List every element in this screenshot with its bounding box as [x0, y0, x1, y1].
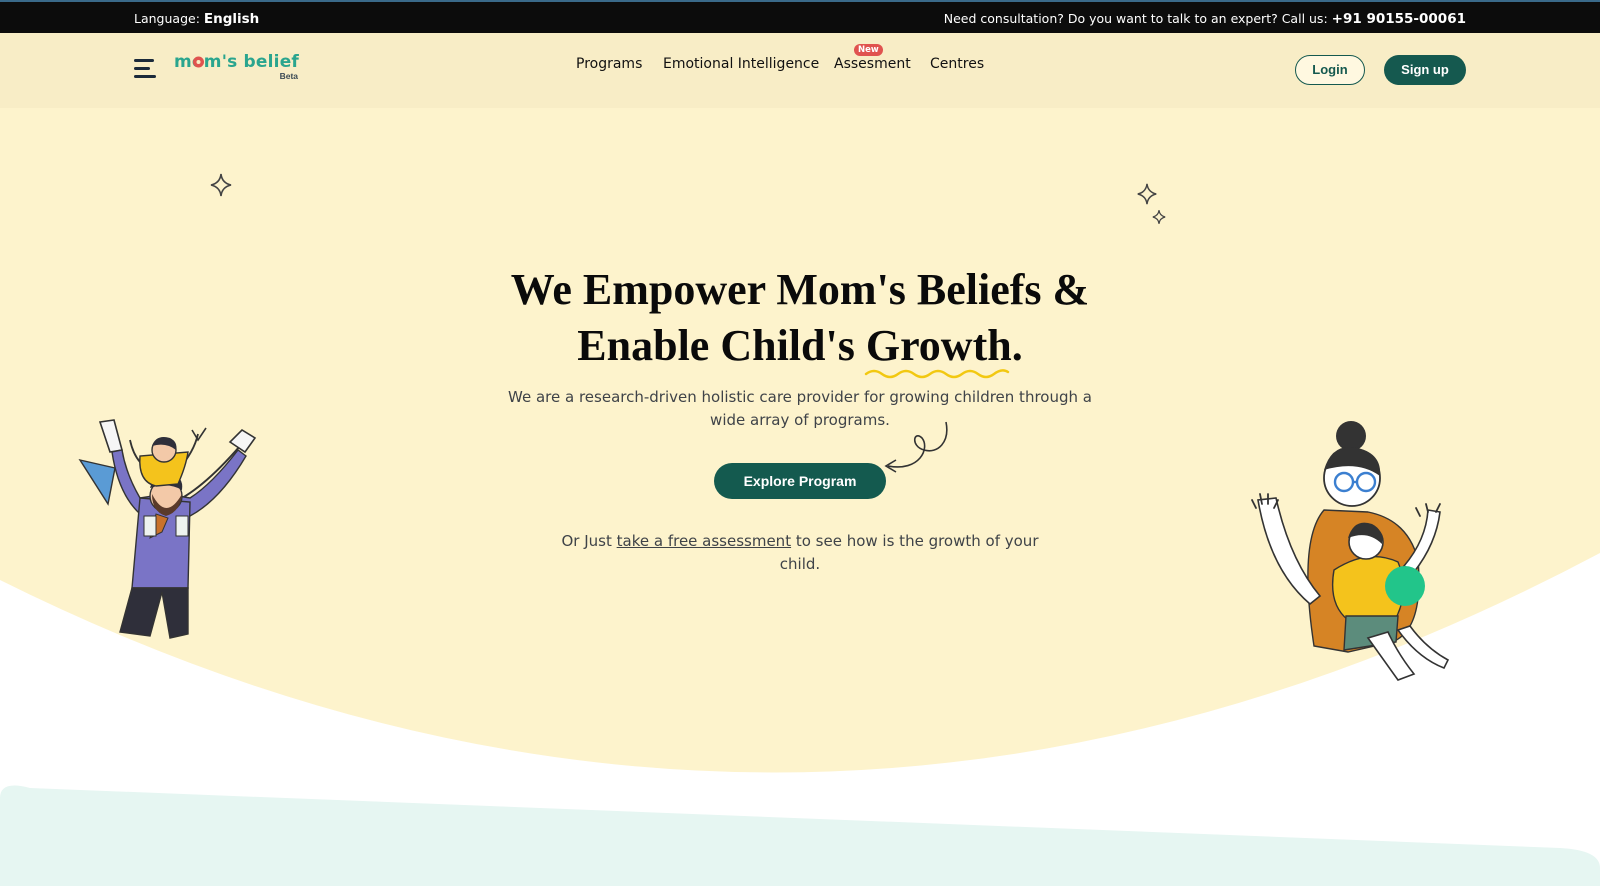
hero-title-highlight-text: Growth [865, 321, 1012, 370]
signup-button[interactable]: Sign up [1384, 55, 1466, 85]
nav-item-programs[interactable]: Programs [576, 56, 642, 72]
sparkle-icon [210, 173, 232, 197]
logo-beta-badge: Beta [279, 71, 299, 81]
free-assessment-link[interactable]: take a free assessment [617, 532, 791, 550]
language-label: Language: [134, 11, 200, 26]
nav-item-assessment-label: Assesment [834, 56, 911, 72]
new-badge: New [854, 44, 883, 56]
logo[interactable]: mom's belief Beta [174, 52, 299, 81]
phone-number[interactable]: +91 90155-00061 [1332, 11, 1466, 27]
mother-child-illustration [1251, 421, 1450, 681]
assessment-prompt: Or Just take a free assessment to see ho… [560, 530, 1040, 576]
squiggle-underline [864, 369, 1010, 379]
site-header: mom's belief Beta Programs Emotional Int… [0, 33, 1600, 108]
nav-item-centres[interactable]: Centres [930, 56, 984, 72]
language-selector[interactable]: Language: English [134, 11, 259, 27]
consultation-info: Need consultation? Do you want to talk t… [944, 11, 1466, 27]
sparkle-icon [1152, 210, 1166, 224]
curly-arrow-icon [884, 421, 948, 473]
login-button[interactable]: Login [1295, 55, 1365, 85]
language-value[interactable]: English [204, 11, 259, 27]
hero-title: We Empower Mom's Beliefs & Enable Child'… [400, 262, 1200, 379]
hero-title-line1: We Empower Mom's Beliefs & [510, 265, 1090, 314]
hero-title-suffix: . [1011, 321, 1023, 370]
explore-program-button[interactable]: Explore Program [714, 463, 886, 499]
consultation-text: Need consultation? Do you want to talk t… [943, 11, 1328, 26]
logo-heart-icon [193, 56, 204, 68]
hero-title-line2: Enable Child's [577, 321, 866, 370]
hero-title-highlight: Growth [864, 318, 1012, 379]
nav-item-assessment[interactable]: Assesment New [834, 44, 911, 72]
hero-subtitle: We are a research-driven holistic care p… [508, 388, 1092, 429]
top-bar: Language: English Need consultation? Do … [0, 0, 1600, 33]
nav-item-emotional-intelligence[interactable]: Emotional Intelligence [663, 56, 819, 72]
father-child-illustration [78, 419, 257, 639]
assessment-prefix: Or Just [561, 532, 617, 550]
assessment-suffix: to see how is the growth of your child. [779, 532, 1039, 573]
hamburger-menu-icon[interactable] [134, 56, 156, 80]
sparkle-icon [1137, 183, 1157, 205]
